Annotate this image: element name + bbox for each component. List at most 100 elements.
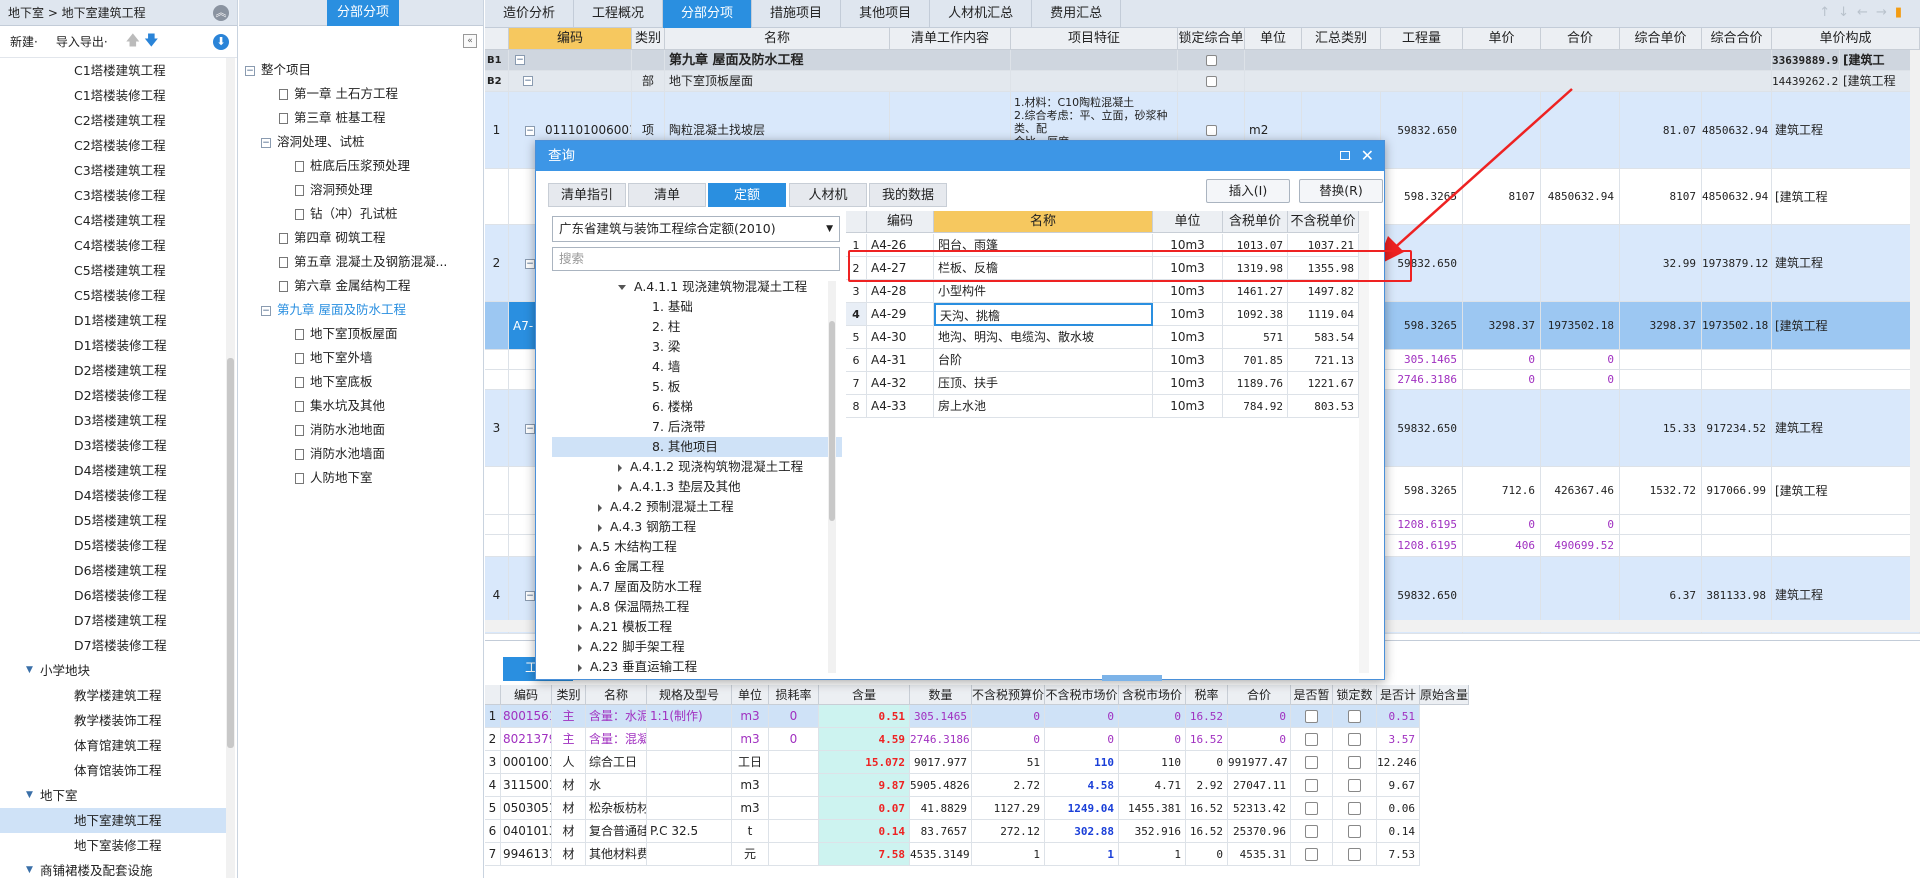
quota-cell[interactable]: A4-30 — [867, 326, 934, 349]
dialog-tab-1[interactable]: 清单 — [628, 183, 706, 207]
quota-cell[interactable]: A4-31 — [867, 349, 934, 372]
quota-cell[interactable]: A4-28 — [867, 280, 934, 303]
collapsed-icon[interactable] — [598, 523, 602, 532]
quota-tree-item[interactable]: A.4.1.1 现浇建筑物混凝土工程 — [552, 277, 842, 297]
quota-cell[interactable]: 10m3 — [1153, 395, 1223, 418]
splitter-handle[interactable] — [1102, 675, 1162, 681]
quota-tree-label: A.4.2 预制混凝土工程 — [610, 499, 734, 514]
quota-cell[interactable]: 10m3 — [1153, 372, 1223, 395]
collapsed-icon[interactable] — [578, 663, 582, 672]
quota-tree-item[interactable]: 6. 楼梯 — [552, 397, 842, 417]
quota-cell[interactable]: 5 — [846, 326, 867, 349]
quota-cell[interactable]: 583.54 — [1288, 326, 1359, 349]
quota-cell[interactable]: 10m3 — [1153, 349, 1223, 372]
dialog-tab-0[interactable]: 清单指引 — [548, 183, 626, 207]
quota-tree-label: A.4.1.1 现浇建筑物混凝土工程 — [634, 279, 808, 294]
quota-cell[interactable]: 10m3 — [1153, 326, 1223, 349]
quota-cell[interactable]: 小型构件 — [934, 280, 1153, 303]
quota-tree-item[interactable]: 7. 后浇带 — [552, 417, 842, 437]
collapsed-icon[interactable] — [578, 583, 582, 592]
collapsed-icon[interactable] — [578, 643, 582, 652]
quota-tree-item[interactable]: A.6 金属工程 — [552, 557, 842, 577]
search-input[interactable]: 搜索 — [552, 247, 840, 271]
quota-cell[interactable]: 701.85 — [1223, 349, 1288, 372]
quota-tree-item[interactable]: 2. 柱 — [552, 317, 842, 337]
quota-header[interactable]: 含税单价 — [1223, 211, 1288, 233]
quota-tree-item[interactable]: A.4.1.3 垫层及其他 — [552, 477, 842, 497]
quota-header[interactable] — [846, 211, 867, 233]
quota-cell[interactable]: 1189.76 — [1223, 372, 1288, 395]
query-dialog: 查询 ✕ 清单指引 清单 定额 人材机 我的数据 插入(I) 替换(R) 广东省建筑与装… — [535, 140, 1385, 681]
quota-cell[interactable]: 721.13 — [1288, 349, 1359, 372]
quota-cell[interactable]: 天沟、挑檐 — [934, 303, 1153, 326]
quota-tree-item[interactable]: A.23 垂直运输工程 — [552, 657, 842, 677]
quota-cell[interactable]: 1221.67 — [1288, 372, 1359, 395]
quota-tree-item[interactable]: 5. 板 — [552, 377, 842, 397]
quota-tree-item[interactable]: 8. 其他项目 — [552, 437, 842, 457]
quota-tree-item[interactable]: A.8 保温隔热工程 — [552, 597, 842, 617]
collapsed-icon[interactable] — [578, 623, 582, 632]
quota-tree-label: A.23 垂直运输工程 — [590, 659, 698, 674]
quota-cell[interactable]: 10m3 — [1153, 303, 1223, 326]
quota-header[interactable]: 编码 — [867, 211, 934, 233]
tree-scrollbar[interactable] — [828, 281, 836, 673]
quota-cell[interactable]: 房上水池 — [934, 395, 1153, 418]
quota-cell[interactable]: 1119.04 — [1288, 303, 1359, 326]
quota-header[interactable]: 不含税单价 — [1288, 211, 1359, 233]
quota-cell[interactable]: 7 — [846, 372, 867, 395]
quota-cell[interactable]: A4-32 — [867, 372, 934, 395]
dialog-tab-3[interactable]: 人材机 — [789, 183, 867, 207]
quota-cell[interactable]: 571 — [1223, 326, 1288, 349]
dialog-tab-4[interactable]: 我的数据 — [869, 183, 947, 207]
collapsed-icon[interactable] — [578, 563, 582, 572]
quota-tree-item[interactable]: A.4.1.2 现浇构筑物混凝土工程 — [552, 457, 842, 477]
quota-tree-item[interactable]: 4. 墙 — [552, 357, 842, 377]
quota-cell[interactable]: 压顶、扶手 — [934, 372, 1153, 395]
collapsed-icon[interactable] — [598, 503, 602, 512]
quota-tree-item[interactable]: 3. 梁 — [552, 337, 842, 357]
dialog-title-bar: 查询 ✕ — [536, 141, 1384, 171]
quota-tree-item[interactable]: A.21 模板工程 — [552, 617, 842, 637]
close-icon[interactable]: ✕ — [1361, 141, 1374, 171]
quota-tree-item[interactable]: A.22 脚手架工程 — [552, 637, 842, 657]
quota-header[interactable]: 名称 — [934, 211, 1153, 233]
quota-tree-label: A.5 木结构工程 — [590, 539, 677, 554]
quota-tree-item[interactable]: A.5 木结构工程 — [552, 537, 842, 557]
quota-cell[interactable]: 1092.38 — [1223, 303, 1288, 326]
collapsed-icon[interactable] — [618, 483, 622, 492]
quota-library-select[interactable]: 广东省建筑与装饰工程综合定额(2010) ▼ — [552, 216, 840, 242]
quota-cell[interactable]: A4-33 — [867, 395, 934, 418]
expanded-icon[interactable] — [618, 285, 626, 290]
collapsed-icon[interactable] — [578, 543, 582, 552]
quota-cell[interactable]: 1497.82 — [1288, 280, 1359, 303]
collapsed-icon[interactable] — [618, 463, 622, 472]
quota-tree-label: 8. 其他项目 — [652, 439, 718, 454]
quota-tree-label: A.4.3 钢筋工程 — [610, 519, 697, 534]
quota-cell[interactable]: 6 — [846, 349, 867, 372]
quota-tree-item[interactable]: A.7 屋面及防水工程 — [552, 577, 842, 597]
quota-cell[interactable]: 4 — [846, 303, 867, 326]
replace-button[interactable]: 替换(R) — [1299, 179, 1383, 203]
quota-cell[interactable]: 10m3 — [1153, 280, 1223, 303]
quota-cell[interactable]: 地沟、明沟、电缆沟、散水坡 — [934, 326, 1153, 349]
quota-tree-label: A.21 模板工程 — [590, 619, 673, 634]
quota-cell[interactable]: 8 — [846, 395, 867, 418]
quota-cell[interactable]: 1461.27 — [1223, 280, 1288, 303]
maximize-icon[interactable] — [1340, 151, 1350, 160]
quota-cell[interactable]: 803.53 — [1288, 395, 1359, 418]
insert-button[interactable]: 插入(I) — [1206, 179, 1290, 203]
collapsed-icon[interactable] — [578, 603, 582, 612]
quota-tree-item[interactable]: A.4.2 预制混凝土工程 — [552, 497, 842, 517]
quota-tree-label: 6. 楼梯 — [652, 399, 693, 414]
quota-tree-item[interactable]: 1. 基础 — [552, 297, 842, 317]
quota-tree-item[interactable]: A.4.3 钢筋工程 — [552, 517, 842, 537]
chevron-down-icon: ▼ — [826, 224, 833, 234]
quota-cell[interactable]: A4-29 — [867, 303, 934, 326]
quota-header[interactable]: 单位 — [1153, 211, 1223, 233]
quota-cell[interactable]: 784.92 — [1223, 395, 1288, 418]
quota-cell[interactable]: 台阶 — [934, 349, 1153, 372]
dialog-tab-2[interactable]: 定额 — [708, 183, 786, 207]
quota-cell[interactable]: 3 — [846, 280, 867, 303]
quota-tree-label: 5. 板 — [652, 379, 681, 394]
quota-tree-label: A.4.1.2 现浇构筑物混凝土工程 — [630, 459, 804, 474]
